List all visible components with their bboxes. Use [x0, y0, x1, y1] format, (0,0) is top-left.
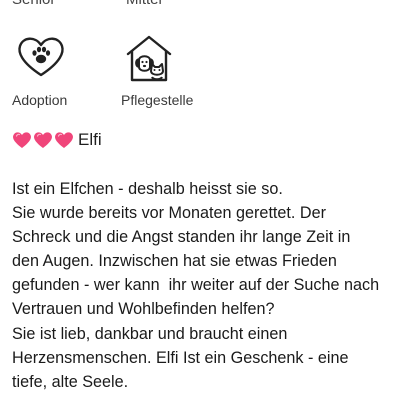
description-line: den Augen. Inzwischen hat sie etwas Frie… — [12, 252, 337, 271]
description-line: gefunden - wer kann ihr weiter auf der S… — [12, 276, 380, 295]
house-dog-cat-icon — [126, 35, 172, 82]
mittel-label: Mittel — [126, 0, 162, 8]
title-row: Elfi — [12, 128, 102, 152]
description-line: Sie ist lieb, dankbar und braucht einen — [12, 324, 288, 343]
pflegestelle-label: Pflegestelle — [121, 92, 194, 108]
description-line: Sie wurde bereits vor Monaten gerettet. … — [12, 204, 327, 223]
pet-description: Ist ein Elfchen - deshalb heisst sie so.… — [12, 177, 398, 394]
pet-name-title: Elfi — [78, 130, 102, 149]
pink-heart-icon — [34, 132, 52, 148]
hearts-group — [12, 130, 74, 150]
description-line: Vertrauen und Wohlbefinden helfen? — [12, 300, 275, 319]
senior-label: Senior — [12, 0, 55, 8]
pflegestelle-tile[interactable]: Pflegestelle — [121, 34, 241, 110]
adoption-tile[interactable]: Adoption — [12, 34, 132, 110]
adoption-label: Adoption — [12, 92, 68, 108]
pink-heart-icon — [55, 132, 73, 148]
description-line: Schreck und die Angst standen ihr lange … — [12, 228, 351, 247]
pink-heart-icon — [13, 132, 31, 148]
description-line: tiefe, alte Seele. — [12, 372, 129, 391]
heart-pawprint-icon — [18, 37, 64, 77]
description-line: Herzensmenschen. Elfi Ist ein Geschenk -… — [12, 348, 349, 367]
cut-off-label-row: Senior Mittel — [0, 0, 400, 8]
description-line: Ist ein Elfchen - deshalb heisst sie so. — [12, 180, 283, 198]
